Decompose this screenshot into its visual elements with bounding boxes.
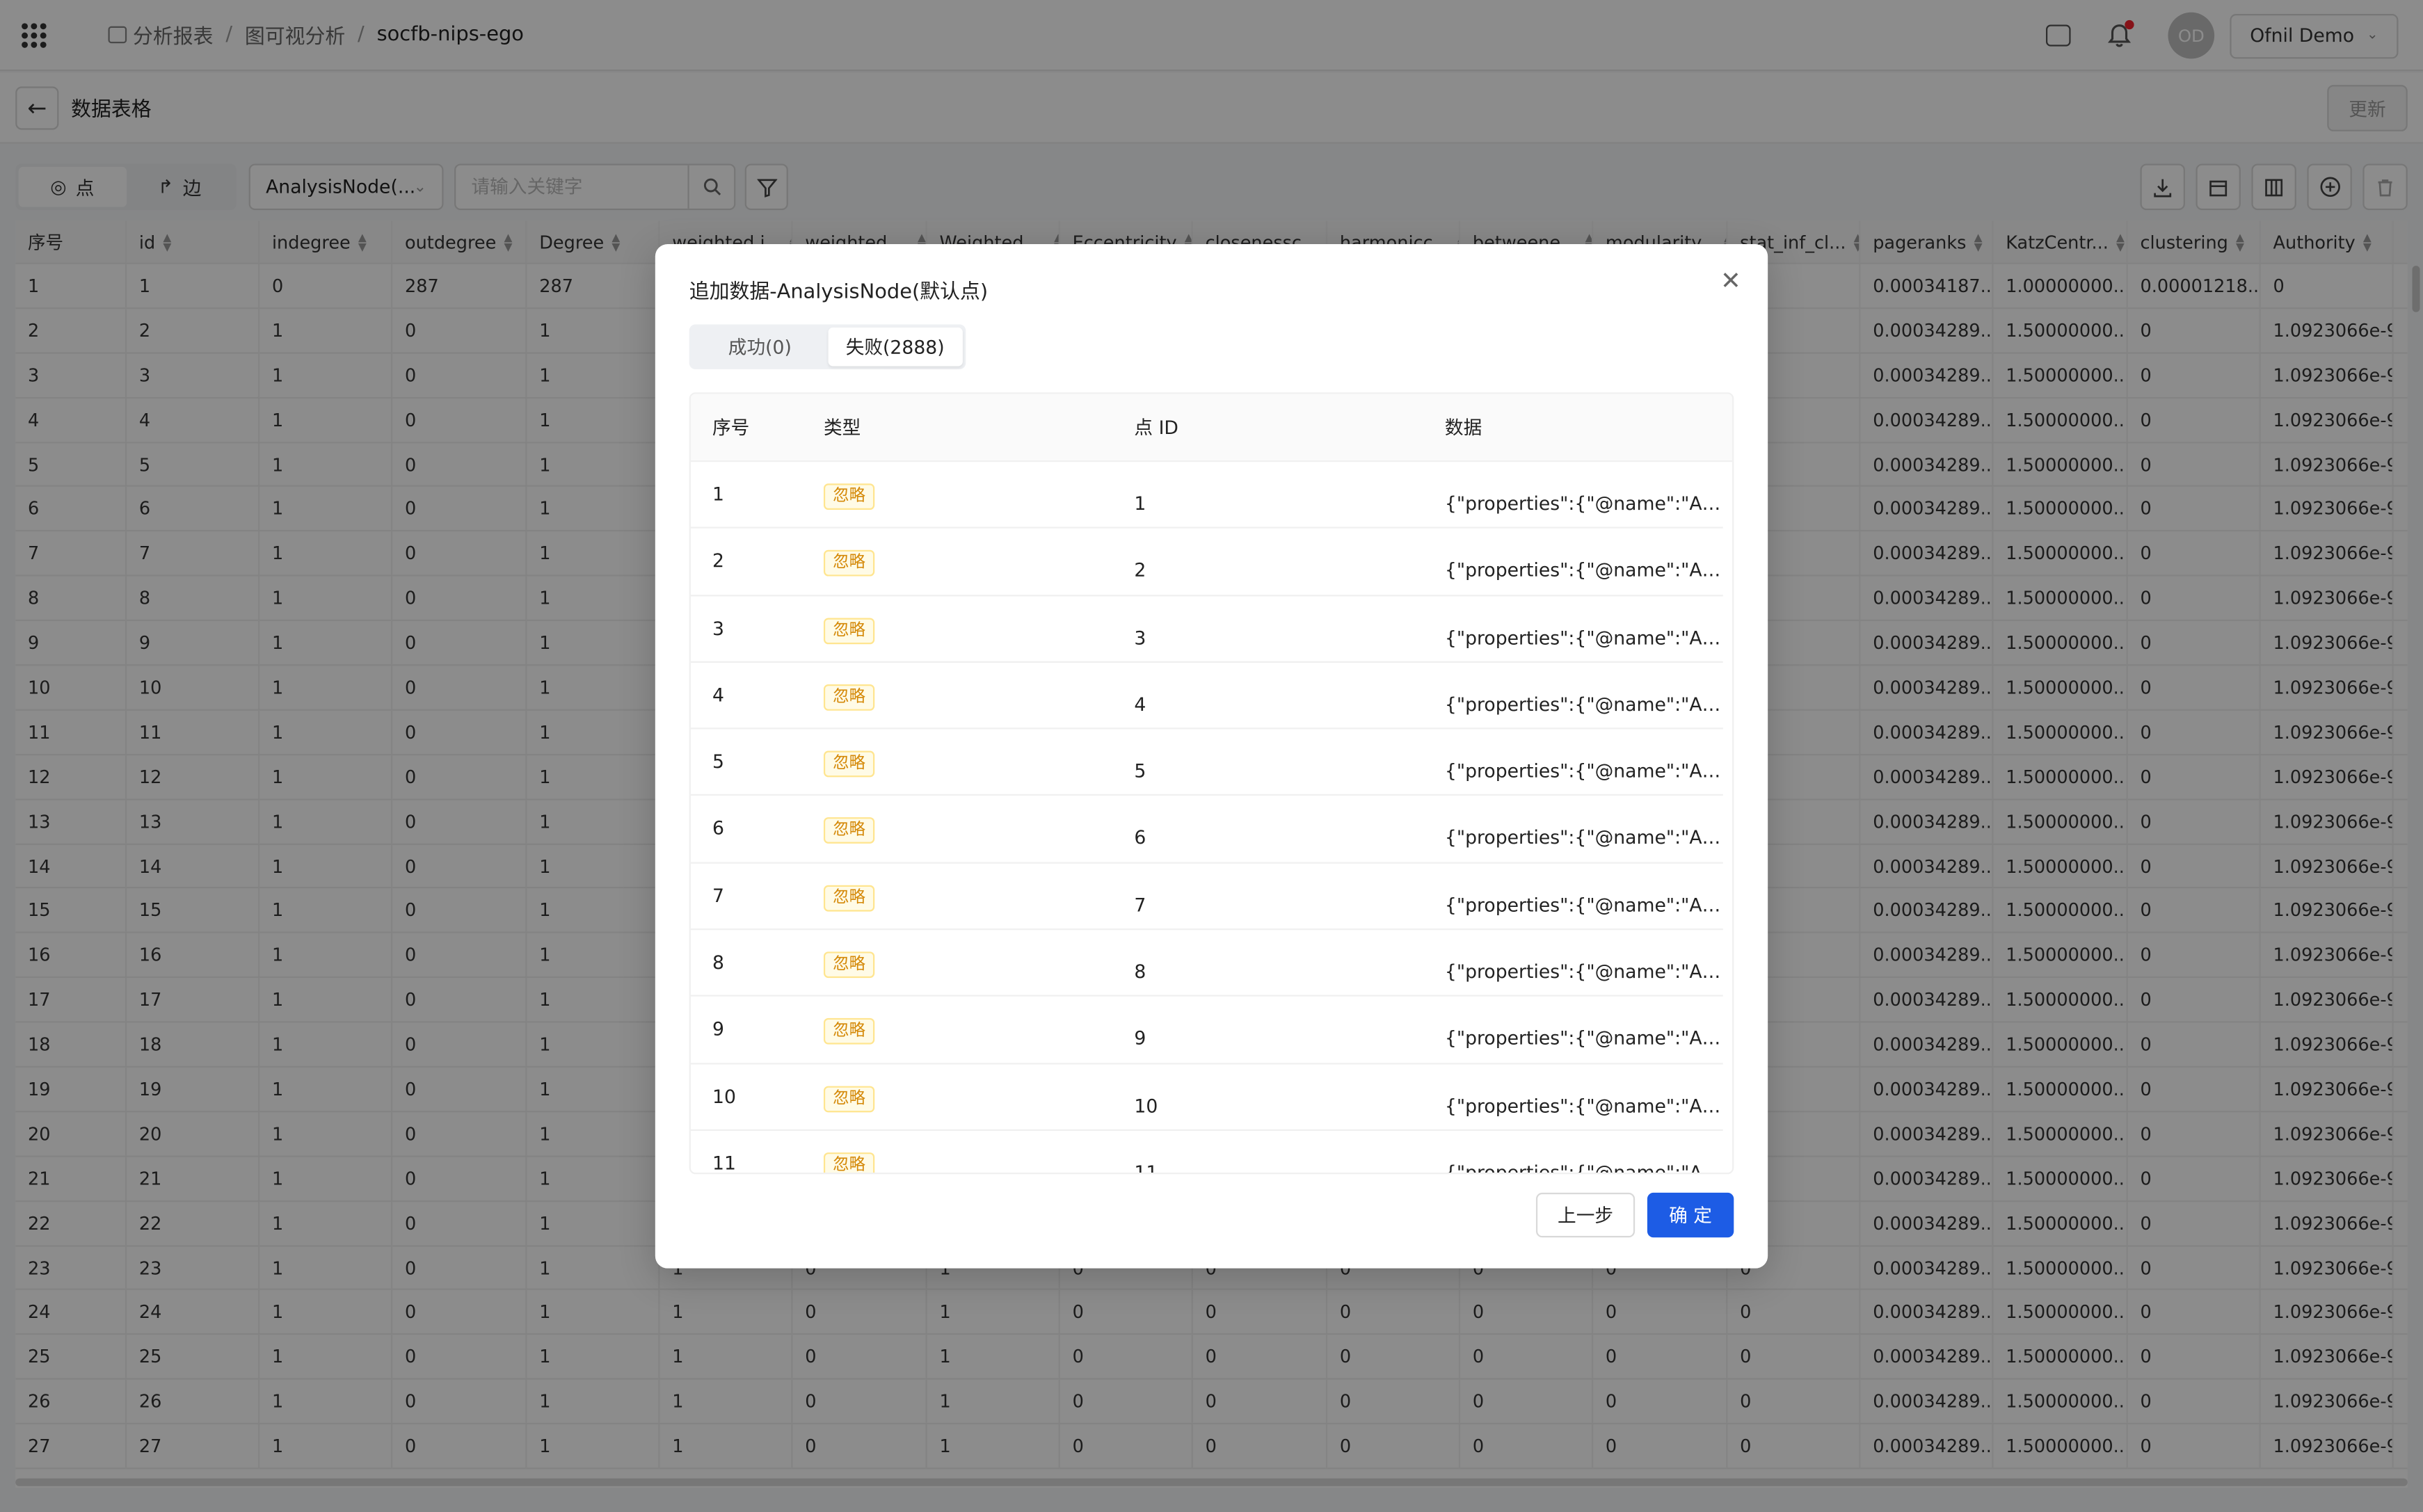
result-row: 7 忽略 7 {"properties":{"@name":"Anal... <box>690 863 1723 931</box>
result-index: 1 <box>712 483 724 506</box>
result-row: 8 忽略 8 {"properties":{"@name":"Anal... <box>690 930 1723 997</box>
result-type-cell: 忽略 <box>802 863 1112 928</box>
result-data: {"properties":{"@name":"Anal... <box>1444 693 1723 716</box>
close-icon[interactable]: ✕ <box>1718 268 1743 294</box>
result-data: {"properties":{"@name":"Anal... <box>1444 960 1723 983</box>
result-node-id: 6 <box>1134 827 1146 849</box>
result-index: 7 <box>712 885 724 907</box>
result-type-cell: 忽略 <box>802 730 1112 795</box>
result-table: 序号 类型 点 ID 数据 1 忽略 1 {"properties":{"@name"… <box>689 392 1734 1175</box>
result-index: 5 <box>712 750 724 773</box>
confirm-button[interactable]: 确 定 <box>1647 1192 1734 1238</box>
status-badge: 忽略 <box>823 684 875 711</box>
result-data: {"properties":{"@name":"Anal... <box>1444 894 1723 916</box>
result-index: 4 <box>712 684 724 706</box>
result-table-body[interactable]: 1 忽略 1 {"properties":{"@name":"Anal... 2 忽略 2 {… <box>690 462 1732 1175</box>
result-row: 5 忽略 5 {"properties":{"@name":"Anal... <box>690 730 1723 797</box>
previous-step-button[interactable]: 上一步 <box>1535 1192 1636 1238</box>
status-badge: 忽略 <box>823 951 875 979</box>
column-header-type: 类型 <box>823 417 861 439</box>
result-table-header: 序号 类型 点 ID 数据 <box>690 394 1733 463</box>
result-row: 4 忽略 4 {"properties":{"@name":"Anal... <box>690 663 1723 730</box>
result-row: 2 忽略 2 {"properties":{"@name":"Anal... <box>690 529 1723 596</box>
result-type-cell: 忽略 <box>802 663 1112 728</box>
result-node-id: 7 <box>1134 894 1146 916</box>
result-row: 11 忽略 11 {"properties":{"@name":"Anal... <box>691 1131 1723 1175</box>
result-data: {"properties":{"@name":"Anal... <box>1444 1095 1723 1117</box>
column-header-index: 序号 <box>712 417 750 439</box>
result-node-id: 1 <box>1134 492 1146 515</box>
result-type-cell: 忽略 <box>802 529 1112 594</box>
result-type-cell: 忽略 <box>802 462 1112 527</box>
result-type-cell: 忽略 <box>802 1131 1112 1173</box>
dialog-footer: 上一步 确 定 <box>1535 1192 1734 1238</box>
status-badge: 忽略 <box>823 617 875 644</box>
status-badge: 忽略 <box>823 1152 875 1173</box>
result-node-id: 10 <box>1134 1095 1158 1117</box>
result-index: 6 <box>712 818 724 840</box>
result-row: 3 忽略 3 {"properties":{"@name":"Anal... <box>690 596 1723 663</box>
result-node-id: 11 <box>1134 1161 1158 1175</box>
result-node-id: 3 <box>1134 626 1146 649</box>
result-node-id: 9 <box>1134 1027 1146 1050</box>
result-row: 6 忽略 6 {"properties":{"@name":"Anal... <box>690 796 1723 864</box>
result-data: {"properties":{"@name":"Anal... <box>1444 559 1723 581</box>
result-data: {"properties":{"@name":"Anal... <box>1444 760 1723 782</box>
result-index: 9 <box>712 1018 724 1040</box>
result-row: 10 忽略 10 {"properties":{"@name":"Anal... <box>690 1064 1723 1131</box>
result-data: {"properties":{"@name":"Anal... <box>1444 1161 1723 1175</box>
status-badge: 忽略 <box>823 1018 875 1045</box>
status-badge: 忽略 <box>823 818 875 844</box>
app-root: 分析报表 / 图可视分析 / socfb-nips-ego OD Ofnil D… <box>0 0 2423 1512</box>
result-type-cell: 忽略 <box>802 1064 1112 1129</box>
result-data: {"properties":{"@name":"Anal... <box>1444 492 1723 515</box>
result-type-cell: 忽略 <box>802 997 1112 1063</box>
result-index: 10 <box>712 1085 736 1107</box>
result-node-id: 8 <box>1134 960 1146 983</box>
append-data-dialog: 追加数据-AnalysisNode(默认点) ✕ 成功(0) 失败(2888) … <box>655 243 1768 1269</box>
status-badge: 忽略 <box>823 550 875 577</box>
result-type-cell: 忽略 <box>802 796 1112 862</box>
tab-success[interactable]: 成功(0) <box>692 328 827 367</box>
column-header-data: 数据 <box>1444 417 1482 439</box>
result-data: {"properties":{"@name":"Anal... <box>1444 626 1723 649</box>
tab-failed[interactable]: 失败(2888) <box>827 327 963 367</box>
result-row: 9 忽略 9 {"properties":{"@name":"Anal... <box>690 997 1723 1064</box>
result-index: 3 <box>712 617 724 639</box>
result-data: {"properties":{"@name":"Anal... <box>1444 827 1723 849</box>
status-badge: 忽略 <box>823 1085 875 1112</box>
dialog-title: 追加数据-AnalysisNode(默认点) <box>689 281 989 305</box>
result-node-id: 4 <box>1134 693 1146 716</box>
result-index: 2 <box>712 550 724 572</box>
column-header-node-id: 点 ID <box>1134 417 1178 439</box>
result-node-id: 5 <box>1134 760 1146 782</box>
status-badge: 忽略 <box>823 483 875 510</box>
status-badge: 忽略 <box>823 750 875 778</box>
result-tabs: 成功(0) 失败(2888) <box>689 324 966 369</box>
status-badge: 忽略 <box>823 885 875 912</box>
result-type-cell: 忽略 <box>802 596 1112 661</box>
result-node-id: 2 <box>1134 559 1146 581</box>
result-index: 11 <box>712 1152 736 1175</box>
result-index: 8 <box>712 951 724 974</box>
result-row: 1 忽略 1 {"properties":{"@name":"Anal... <box>690 462 1723 529</box>
result-data: {"properties":{"@name":"Anal... <box>1444 1027 1723 1050</box>
result-type-cell: 忽略 <box>802 930 1112 995</box>
